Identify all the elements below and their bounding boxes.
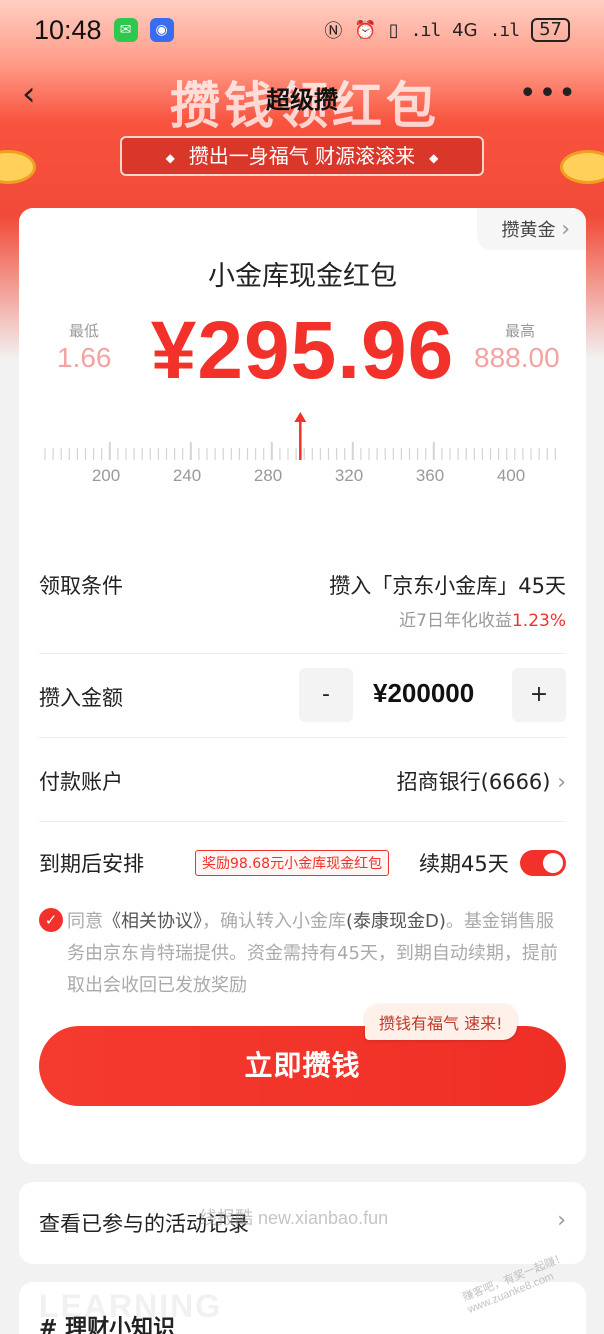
agree-checkbox[interactable]: ✓ <box>39 908 63 932</box>
activity-records-row[interactable]: 查看已参与的活动记录 线报酷 new.xianbao.fun › <box>19 1182 586 1264</box>
promo-bubble: 攒钱有福气 速来! <box>365 1004 517 1040</box>
nav-bar: 攒钱领红包 ‹ 超级攒 ••• <box>0 62 604 135</box>
network-label: 4G <box>452 19 478 41</box>
gold-tag-label: 攒黄金 <box>501 220 556 241</box>
reward-tag: 奖励98.68元小金库现金红包 <box>195 850 390 876</box>
max-label: 最高 <box>505 322 536 340</box>
diamond-icon: ◆ <box>429 150 439 165</box>
condition-value: 攒入「京东小金库」45天 <box>329 574 566 598</box>
maturity-row: 到期后安排 奖励98.68元小金库现金红包 续期45天 <box>39 822 566 902</box>
agreement-text: 同意《相关协议》，确认转入小金库(泰康现金D)。基金销售服务由京东肯特瑞提供。资… <box>67 906 567 1002</box>
status-icons: Ⓝ ⏰ ▯ .ıl 4G .ıl 57 <box>324 17 570 43</box>
agreement-link[interactable]: 《相关协议》 <box>103 911 202 932</box>
deposit-row: 攒入金额 - ¥200000 + <box>39 654 566 738</box>
gold-tag-button[interactable]: 攒黄金 › <box>477 208 586 250</box>
deposit-amount[interactable]: ¥200000 <box>373 678 474 709</box>
maturity-label: 到期后安排 <box>39 852 144 876</box>
decrease-button[interactable]: - <box>299 668 353 722</box>
chevron-right-icon: › <box>561 217 570 242</box>
chevron-right-icon: › <box>557 770 566 795</box>
vibrate-icon: ▯ <box>388 19 399 41</box>
condition-label: 领取条件 <box>39 574 123 598</box>
watermark: 线报酷 new.xianbao.fun <box>199 1208 389 1228</box>
agree-prefix: 同意 <box>67 911 103 932</box>
ruler-pointer-arrow-icon <box>294 412 307 422</box>
ruler-label: 320 <box>334 466 364 485</box>
account-value-group: 招商银行(6666) › <box>397 766 566 796</box>
chevron-right-icon: › <box>557 1208 566 1233</box>
agree-text-1: ，确认转入小金库 <box>202 911 346 932</box>
deposit-label: 攒入金额 <box>39 686 123 710</box>
alarm-icon: ⏰ <box>354 19 377 41</box>
amount-ruler[interactable]: 200 240 280 320 360 400 <box>41 408 564 498</box>
signal-icon: .ıl <box>410 19 441 41</box>
main-card: 攒黄金 › 小金库现金红包 最低 1.66 ¥295.96 最高 888.00 … <box>19 208 586 1164</box>
ruler-ticks <box>44 412 556 460</box>
nfc-icon: Ⓝ <box>324 21 343 42</box>
ruler-label: 360 <box>415 466 445 485</box>
renew-toggle[interactable] <box>520 850 566 876</box>
status-bar: 10:48 ✉ ◉ Ⓝ ⏰ ▯ .ıl 4G .ıl 57 <box>0 0 604 60</box>
slogan-banner: ◆ 攒出一身福气 财源滚滚来 ◆ <box>120 136 484 176</box>
max-value: 888.00 <box>474 342 560 373</box>
ruler-label: 240 <box>172 466 202 485</box>
account-value: 招商银行(6666) <box>396 770 551 794</box>
condition-row: 领取条件 攒入「京东小金库」45天 近7日年化收益1.23% <box>39 548 566 654</box>
status-time: 10:48 <box>34 14 102 45</box>
fund-name: (泰康现金D) <box>346 911 446 932</box>
account-row[interactable]: 付款账户 招商银行(6666) › <box>39 738 566 822</box>
card-title: 小金库现金红包 <box>208 261 397 292</box>
renew-label: 续期45天 <box>419 852 509 876</box>
slogan-text: 攒出一身福气 财源滚滚来 <box>188 144 416 168</box>
increase-button[interactable]: + <box>512 668 566 722</box>
ruler-label: 400 <box>496 466 526 485</box>
knowledge-title: # 理财小知识 <box>39 1316 176 1334</box>
yield-label: 近7日年化收益 <box>399 611 512 631</box>
page-title: 超级攒 <box>266 86 338 114</box>
diamond-icon: ◆ <box>165 150 175 165</box>
battery-icon: 57 <box>531 18 570 42</box>
app-icon: ◉ <box>149 18 174 42</box>
yield-rate: 1.23% <box>511 611 566 631</box>
wechat-icon: ✉ <box>113 18 138 42</box>
signal-icon-2: .ıl <box>489 19 520 41</box>
ruler-label: 280 <box>253 466 283 485</box>
more-dots-icon[interactable]: ••• <box>519 76 578 111</box>
yield-info: 近7日年化收益1.23% <box>399 606 566 631</box>
account-label: 付款账户 <box>39 770 123 794</box>
ruler-label: 200 <box>91 466 121 485</box>
